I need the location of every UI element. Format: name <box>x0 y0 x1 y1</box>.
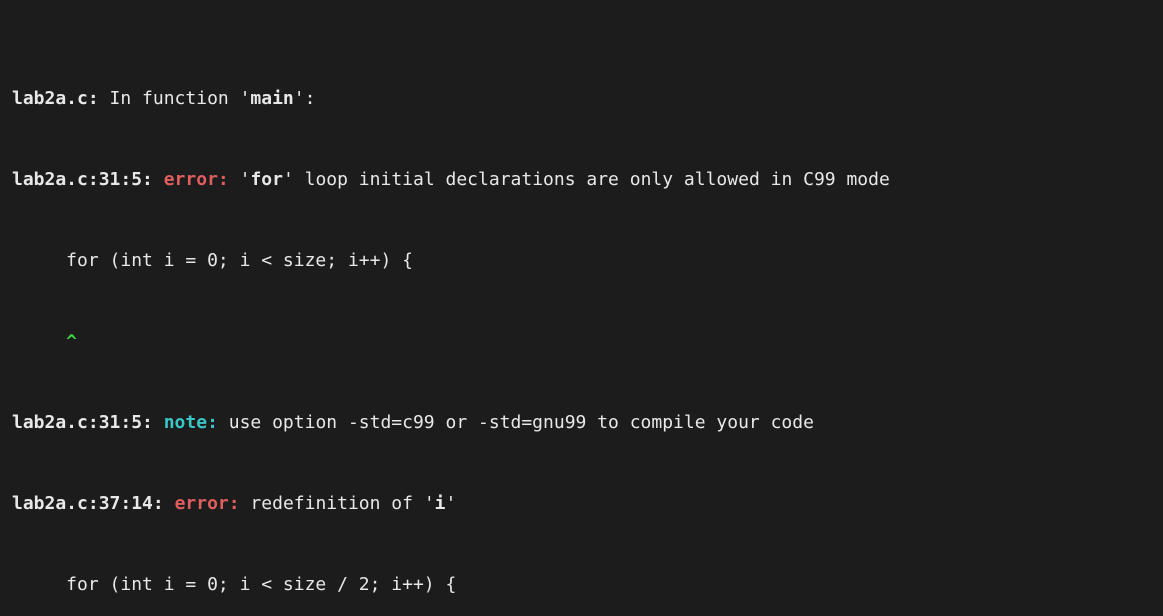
error-label: error: <box>164 169 229 190</box>
file-loc: lab2a.c:31:5: <box>12 169 164 190</box>
code-snippet: for (int i = 0; i < size; i++) { <box>12 247 1151 274</box>
code-snippet: for (int i = 0; i < size / 2; i++) { <box>12 571 1151 598</box>
terminal-output[interactable]: lab2a.c: In function 'main': lab2a.c:31:… <box>0 0 1163 616</box>
function-name: main <box>250 88 293 109</box>
file-loc: lab2a.c: <box>12 88 99 109</box>
compiler-line: lab2a.c: In function 'main': <box>12 85 1151 112</box>
compiler-line: lab2a.c:31:5: note: use option -std=c99 … <box>12 409 1151 436</box>
file-loc: lab2a.c:31:5: <box>12 412 164 433</box>
compiler-line: lab2a.c:37:14: error: redefinition of 'i… <box>12 490 1151 517</box>
note-label: note: <box>164 412 218 433</box>
error-label: error: <box>175 493 240 514</box>
compiler-line: lab2a.c:31:5: error: 'for' loop initial … <box>12 166 1151 193</box>
caret-icon: ^ <box>12 328 1151 355</box>
file-loc: lab2a.c:37:14: <box>12 493 175 514</box>
